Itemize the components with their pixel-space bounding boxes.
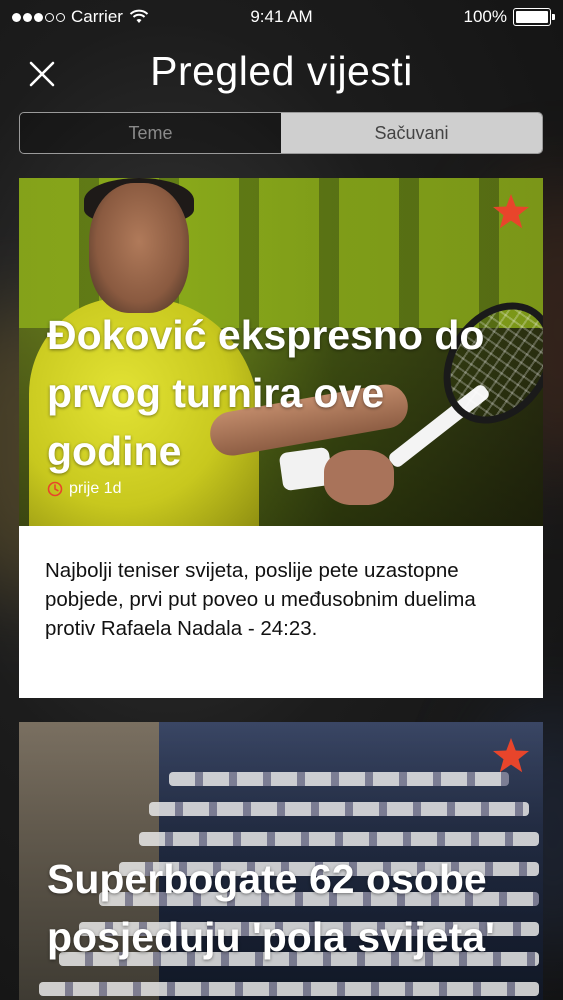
article-headline: Superbogate 62 osobe posjeduju 'pola svi… — [47, 856, 495, 960]
clock-icon — [47, 481, 63, 497]
article-headline: Đoković ekspresno do prvog turnira ove g… — [47, 312, 485, 474]
card-hero[interactable]: Đoković ekspresno do prvog turnira ove g… — [19, 178, 543, 526]
segmented-control: Teme Sačuvani — [19, 112, 543, 154]
tab-sacuvani[interactable]: Sačuvani — [281, 113, 542, 153]
news-card[interactable]: Superbogate 62 osobe posjeduju 'pola svi… — [19, 722, 543, 1000]
page-title: Pregled vijesti — [150, 48, 413, 94]
status-bar: Carrier 9:41 AM 100% — [0, 0, 563, 34]
battery-percent: 100% — [463, 7, 507, 26]
status-right: 100% — [463, 7, 555, 27]
article-meta: prije 1d — [47, 480, 121, 498]
battery-icon — [513, 8, 555, 26]
article-time: prije 1d — [69, 480, 122, 497]
battery-fill — [516, 11, 548, 23]
wifi-icon — [129, 9, 149, 23]
article-summary: Najbolji teniser svijeta, poslije pete u… — [19, 526, 543, 698]
news-card[interactable]: Đoković ekspresno do prvog turnira ove g… — [19, 178, 543, 698]
navigation-bar: Pregled vijesti — [0, 40, 563, 108]
saved-star-icon[interactable] — [491, 192, 531, 232]
card-hero[interactable]: Superbogate 62 osobe posjeduju 'pola svi… — [19, 722, 543, 1000]
saved-star-icon[interactable] — [491, 736, 531, 776]
tab-teme[interactable]: Teme — [20, 113, 281, 153]
status-left: Carrier — [12, 7, 149, 27]
signal-strength-icon — [12, 12, 65, 22]
carrier-label: Carrier — [71, 7, 123, 26]
